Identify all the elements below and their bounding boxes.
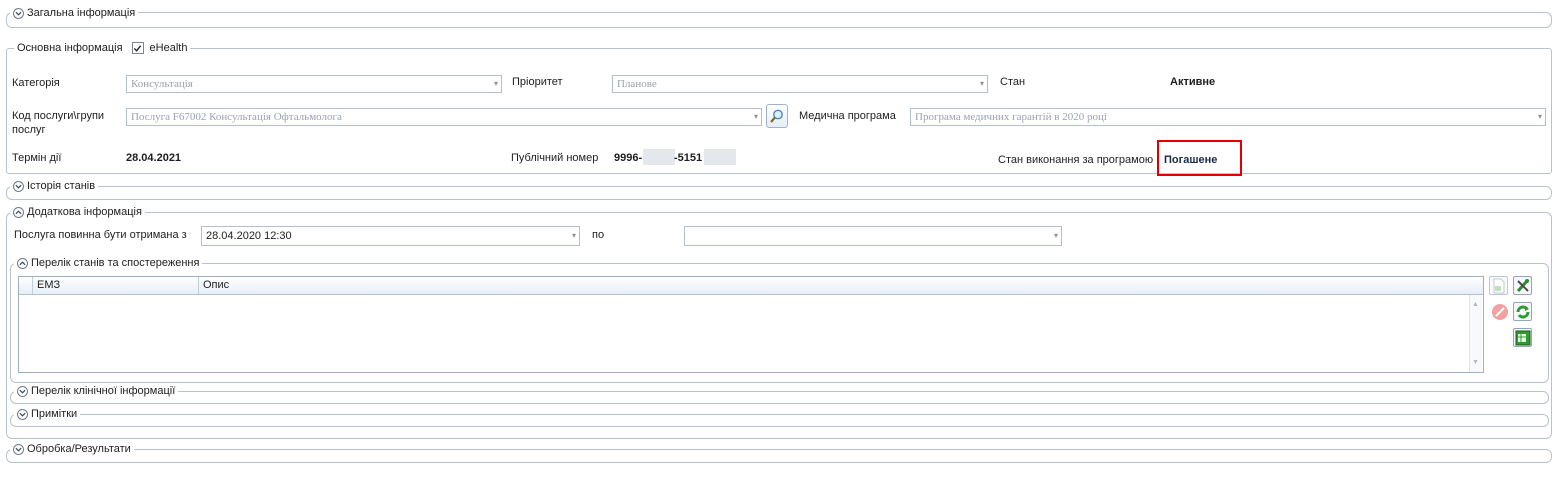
state-label: Стан <box>1000 76 1026 88</box>
chevron-down-icon[interactable] <box>17 408 28 420</box>
priority-select[interactable]: Планове ▾ <box>612 75 988 93</box>
priority-value: Планове <box>617 78 657 90</box>
excel-file-icon <box>1493 278 1504 293</box>
public-number-part-b: -5151 <box>674 152 703 164</box>
notes-group-header[interactable]: Примітки <box>14 407 81 421</box>
chevron-down-icon[interactable]: ▾ <box>494 76 498 92</box>
magnifier-icon <box>770 109 783 123</box>
category-value: Консультація <box>131 78 193 90</box>
column-header-emz[interactable]: ЕМЗ <box>33 277 199 294</box>
notes-group-title: Примітки <box>31 408 78 420</box>
chevron-down-icon[interactable] <box>13 180 24 192</box>
state-value: Активне <box>1170 76 1216 88</box>
ehealth-checkbox[interactable] <box>131 42 144 54</box>
main-info-title: Основна інформація <box>17 42 123 54</box>
general-group-title: Загальна інформація <box>27 7 136 19</box>
service-to-picker[interactable]: ▾ <box>684 226 1062 246</box>
service-code-value: Послуга F67002 Консультація Офтальмолога <box>131 111 342 123</box>
service-code-label-2: послуг <box>12 124 46 136</box>
grid-scrollbar[interactable]: ▲ ▼ <box>1469 295 1482 372</box>
general-group-header[interactable]: Загальна інформація <box>10 6 139 20</box>
conditions-group-title: Перелік станів та спостереження <box>31 257 200 269</box>
public-number-label: Публічний номер <box>511 152 599 164</box>
additional-group-header[interactable]: Додаткова інформація <box>10 205 145 219</box>
service-from-label: Послуга повинна бути отримана з <box>14 229 187 241</box>
chevron-down-icon[interactable]: ▾ <box>572 227 576 245</box>
medical-program-value: Програма медичних гарантій в 2020 році <box>915 111 1107 123</box>
general-group-frame <box>6 12 1552 28</box>
processing-group-frame <box>6 449 1552 463</box>
chevron-down-icon[interactable]: ▾ <box>754 109 758 125</box>
chevron-up-icon[interactable] <box>13 206 24 218</box>
service-code-label-1: Код послуги\групи <box>12 110 105 122</box>
clinical-group-header[interactable]: Перелік клінічної інформації <box>14 384 179 398</box>
conditions-grid[interactable]: ЕМЗ Опис ▲ ▼ <box>18 276 1484 373</box>
category-label: Категорія <box>12 77 60 89</box>
medical-program-label: Медична програма <box>799 110 896 122</box>
history-group-title: Історія станів <box>27 180 96 192</box>
scroll-down-arrow[interactable]: ▼ <box>1472 359 1479 366</box>
delete-button[interactable] <box>1490 302 1509 321</box>
clinical-group-title: Перелік клінічної інформації <box>31 385 176 397</box>
chevron-up-icon[interactable] <box>17 257 28 269</box>
processing-group-title: Обробка/Результати <box>27 443 131 455</box>
tools-button[interactable] <box>1513 276 1532 295</box>
clinical-group-frame <box>10 391 1549 404</box>
no-entry-icon <box>1491 303 1508 320</box>
grid-row-selector-header <box>19 277 33 294</box>
redacted-block <box>643 149 675 165</box>
refresh-icon <box>1516 305 1529 318</box>
category-select[interactable]: Консультація ▾ <box>126 75 502 93</box>
public-number-part-a: 9996- <box>614 152 643 164</box>
ehealth-label: eHealth <box>149 42 188 54</box>
service-code-select[interactable]: Послуга F67002 Консультація Офтальмолога… <box>126 108 762 126</box>
chevron-down-icon[interactable]: ▾ <box>980 76 984 92</box>
additional-group-title: Додаткова інформація <box>27 206 142 218</box>
term-value: 28.04.2021 <box>126 152 182 164</box>
grid-header: ЕМЗ Опис <box>19 277 1483 295</box>
highlight-box <box>1157 140 1242 176</box>
history-group-header[interactable]: Історія станів <box>10 179 99 193</box>
chevron-down-icon[interactable]: ▾ <box>1538 109 1542 125</box>
conditions-group-header[interactable]: Перелік станів та спостереження <box>14 256 203 270</box>
scroll-up-arrow[interactable]: ▲ <box>1472 301 1479 308</box>
spreadsheet-icon <box>1515 330 1530 345</box>
export-sheet-button[interactable] <box>1513 328 1532 347</box>
refresh-button[interactable] <box>1513 302 1532 321</box>
main-info-header: Основна інформація eHealth <box>14 41 191 55</box>
chevron-down-icon[interactable] <box>17 385 28 397</box>
chevron-down-icon[interactable]: ▾ <box>1054 227 1058 245</box>
column-header-description[interactable]: Опис <box>199 277 1465 294</box>
notes-group-frame <box>10 414 1549 427</box>
program-state-label: Стан виконання за програмою <box>998 154 1154 166</box>
history-group-frame <box>6 186 1552 200</box>
processing-group-header[interactable]: Обробка/Результати <box>10 442 134 456</box>
priority-label: Пріоритет <box>512 76 563 88</box>
redacted-block <box>704 149 736 165</box>
term-label: Термін дії <box>12 152 62 164</box>
tools-icon <box>1516 278 1529 292</box>
to-label: по <box>592 229 605 241</box>
chevron-down-icon[interactable] <box>13 443 24 455</box>
service-from-value: 28.04.2020 12:30 <box>206 230 292 242</box>
service-from-picker[interactable]: 28.04.2020 12:30 ▾ <box>201 226 580 246</box>
export-excel-button[interactable] <box>1489 276 1508 295</box>
search-button[interactable] <box>766 104 788 128</box>
medical-program-select[interactable]: Програма медичних гарантій в 2020 році ▾ <box>910 108 1546 126</box>
chevron-down-icon[interactable] <box>13 7 24 19</box>
